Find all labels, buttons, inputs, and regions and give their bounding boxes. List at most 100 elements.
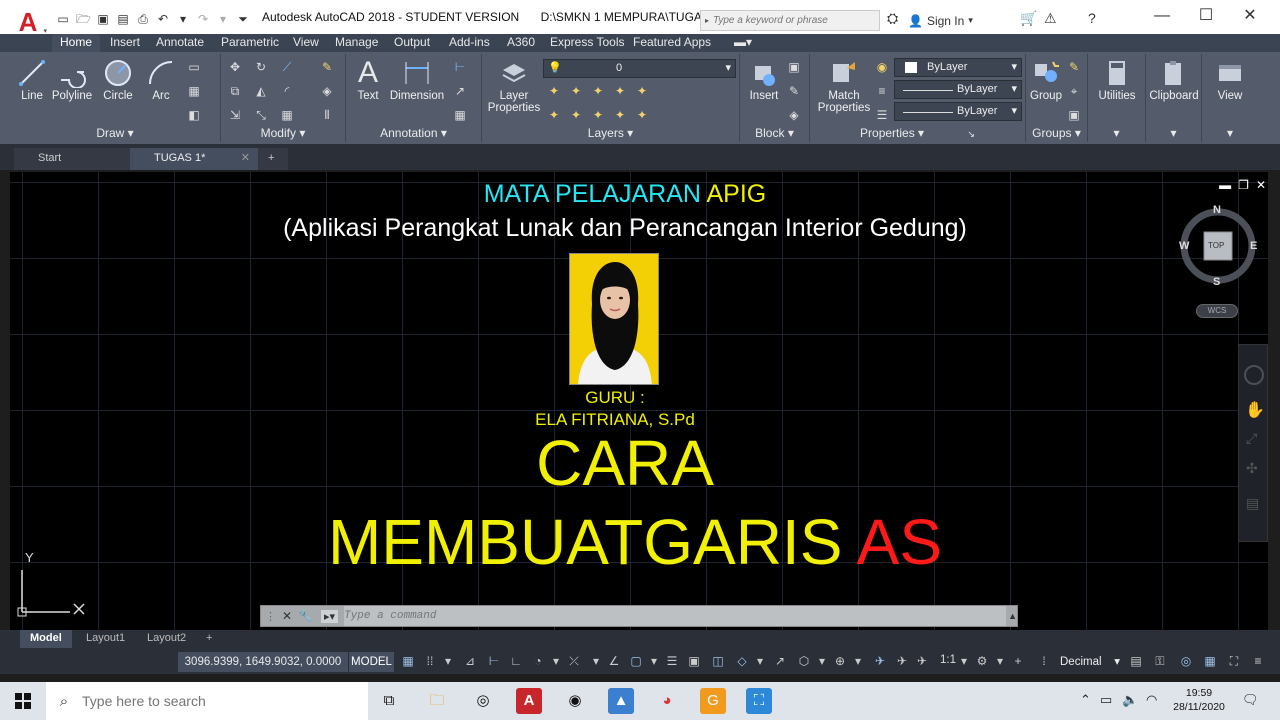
stretch-icon[interactable]: ⇲ [227, 108, 243, 122]
workspace-dropdown-icon[interactable]: ▾ [992, 654, 1008, 668]
mirror-icon[interactable]: ◭ [253, 84, 269, 98]
battery-icon[interactable]: ▭ [1100, 692, 1112, 708]
auto-scale-icon[interactable]: ✈ [894, 654, 910, 668]
erase-icon[interactable]: ✎ [319, 60, 335, 74]
compass-n[interactable]: N [1213, 204, 1221, 216]
app-circle-icon[interactable]: ◎ [470, 688, 496, 714]
pan-icon[interactable]: ✋ [1245, 400, 1265, 420]
isodraft-icon[interactable]: ⤫ [566, 654, 582, 668]
tab-annotate[interactable]: Annotate [156, 34, 204, 52]
tab-model[interactable]: Model [20, 630, 72, 648]
table-icon[interactable]: ▦ [452, 108, 468, 122]
layer-freeze-icon[interactable]: ✦ [590, 84, 606, 98]
tab-insert[interactable]: Insert [110, 34, 140, 52]
group-edit-icon[interactable]: ⌖ [1066, 84, 1082, 98]
recent-commands-icon[interactable]: ▸▾ [321, 609, 339, 623]
annotation-monitor-icon[interactable]: + [1010, 654, 1026, 668]
copy-icon[interactable]: ⧉ [227, 84, 243, 98]
new-file-icon[interactable]: ▭ [56, 12, 70, 26]
add-layout-button[interactable]: + [196, 630, 222, 648]
array-icon[interactable]: ▦ [279, 108, 295, 122]
close-button[interactable]: ✕ [1230, 4, 1270, 28]
utilities-dropdown-icon[interactable]: ▾ [1088, 126, 1145, 140]
leader-icon[interactable]: ↗ [452, 84, 468, 98]
autodesk-app-icon[interactable]: ⚠ [1044, 10, 1057, 27]
linetype-icon[interactable]: ☰ [874, 108, 890, 122]
tab-parametric[interactable]: Parametric [221, 34, 279, 52]
polyline-button[interactable]: Polyline [50, 58, 94, 102]
help-icon[interactable]: ? [1088, 10, 1096, 26]
dynamic-ucs-icon[interactable]: ↗ [772, 654, 788, 668]
units-dropdown[interactable]: Decimal ▾ [1052, 652, 1124, 672]
new-tab-button[interactable]: + [258, 148, 288, 170]
app-g-icon[interactable]: G [700, 688, 726, 714]
lock-ui-icon[interactable]: ⚿ [1152, 654, 1168, 668]
sign-in-button[interactable]: 👤 Sign In ▾ [908, 10, 973, 31]
redo-icon[interactable]: ↷ [196, 12, 210, 26]
expand-arrow-icon[interactable]: ▸ [701, 16, 713, 25]
media-player-icon[interactable]: ◉ [562, 688, 588, 714]
tab-layout1[interactable]: Layout1 [76, 630, 135, 648]
cart-icon[interactable]: 🛒 [1020, 10, 1037, 27]
transparency-icon[interactable]: ▣ [686, 654, 702, 668]
fillet-icon[interactable]: ◜ [279, 84, 295, 98]
command-input[interactable] [344, 606, 1007, 626]
close-viewport-icon[interactable]: ✕ [1256, 178, 1266, 192]
trim-icon[interactable]: ⟋ [279, 60, 295, 74]
volume-icon[interactable]: 🔈 [1122, 692, 1138, 708]
lineweight-icon[interactable]: ≡ [874, 84, 890, 98]
save-icon[interactable]: ▣ [96, 12, 110, 26]
layer-walk-icon[interactable]: ✦ [634, 108, 650, 122]
layer-lock-icon[interactable]: ✦ [612, 84, 628, 98]
polar-dropdown-icon[interactable]: ▾ [548, 654, 564, 668]
lineweight-status-icon[interactable]: ☰ [664, 654, 680, 668]
search-input[interactable] [713, 15, 873, 26]
zoom-extents-icon[interactable]: ⤢ [1246, 430, 1257, 447]
view-dropdown-icon[interactable]: ▾ [1202, 126, 1258, 140]
layer-thaw-icon[interactable]: ✦ [590, 108, 606, 122]
layer-off-icon[interactable]: ✦ [546, 84, 562, 98]
maximize-button[interactable]: ☐ [1186, 4, 1226, 28]
show-hidden-icons-icon[interactable]: ⌃ [1080, 692, 1091, 708]
edit-block-icon[interactable]: ✎ [786, 84, 802, 98]
system-clock[interactable]: 19:59 28/11/2020 [1166, 686, 1232, 714]
customization-icon[interactable]: ≡ [1250, 654, 1266, 668]
rotate-icon[interactable]: ↻ [253, 60, 269, 74]
color-dropdown[interactable]: ByLayer ▾ [894, 58, 1022, 77]
search-box[interactable]: ▸ [700, 10, 880, 31]
redo-dropdown-icon[interactable]: ▾ [216, 12, 230, 26]
tab-home[interactable]: Home [52, 34, 101, 52]
layers-panel-label[interactable]: Layers ▾ [482, 126, 739, 140]
coordinates-display[interactable]: 3096.9399, 1649.9032, 0.0000 [178, 652, 348, 672]
print-icon[interactable]: ⎙ [136, 12, 150, 26]
3d-osnap-icon[interactable]: ◇ [734, 654, 750, 668]
layer-unisolate-icon[interactable]: ✦ [568, 108, 584, 122]
tab-featured-apps[interactable]: Featured Apps [633, 34, 711, 52]
snap-dropdown-icon[interactable]: ▾ [440, 654, 456, 668]
offset-icon[interactable]: ⫴ [319, 108, 335, 122]
task-view-icon[interactable]: ⧉ [376, 688, 402, 714]
tab-output[interactable]: Output [394, 34, 430, 52]
osnap-dropdown-icon[interactable]: ▾ [646, 654, 662, 668]
utilities-button[interactable]: Utilities [1090, 58, 1144, 102]
layer-match-icon[interactable]: ✦ [634, 84, 650, 98]
clean-screen-icon[interactable]: ⛶ [1226, 654, 1242, 668]
gizmo-icon[interactable]: ⊕ [832, 654, 848, 668]
annotation-scale-icon[interactable]: ✈ [914, 654, 930, 668]
autocad-taskbar-icon[interactable]: A [516, 688, 542, 714]
isolate-objects-icon[interactable]: ◎ [1178, 654, 1194, 668]
screen-capture-icon[interactable]: ⛶ [746, 688, 772, 714]
properties-panel-label[interactable]: Properties ▾ ↘ [810, 126, 1025, 140]
start-button[interactable] [0, 682, 46, 720]
color-wheel-icon[interactable]: ◉ [874, 60, 890, 74]
scale-dropdown-icon[interactable]: ▾ [956, 654, 972, 668]
grid-icon[interactable]: ▦ [400, 654, 416, 668]
draw-panel-label[interactable]: Draw ▾ [10, 126, 220, 140]
drawing-canvas[interactable]: ▬ ❐ ✕ MATA PELAJARAN APIG (Aplikasi Pera… [10, 172, 1268, 630]
ribbon-toggle-icon[interactable]: ▬▾ [734, 34, 752, 52]
isodraft-dropdown-icon[interactable]: ▾ [588, 654, 604, 668]
text-button[interactable]: A Text [352, 58, 384, 103]
photos-icon[interactable]: ▲ [608, 688, 634, 714]
infer-constraints-icon[interactable]: ⊿ [462, 654, 478, 668]
chrome-icon[interactable]: ◕ [654, 688, 680, 714]
